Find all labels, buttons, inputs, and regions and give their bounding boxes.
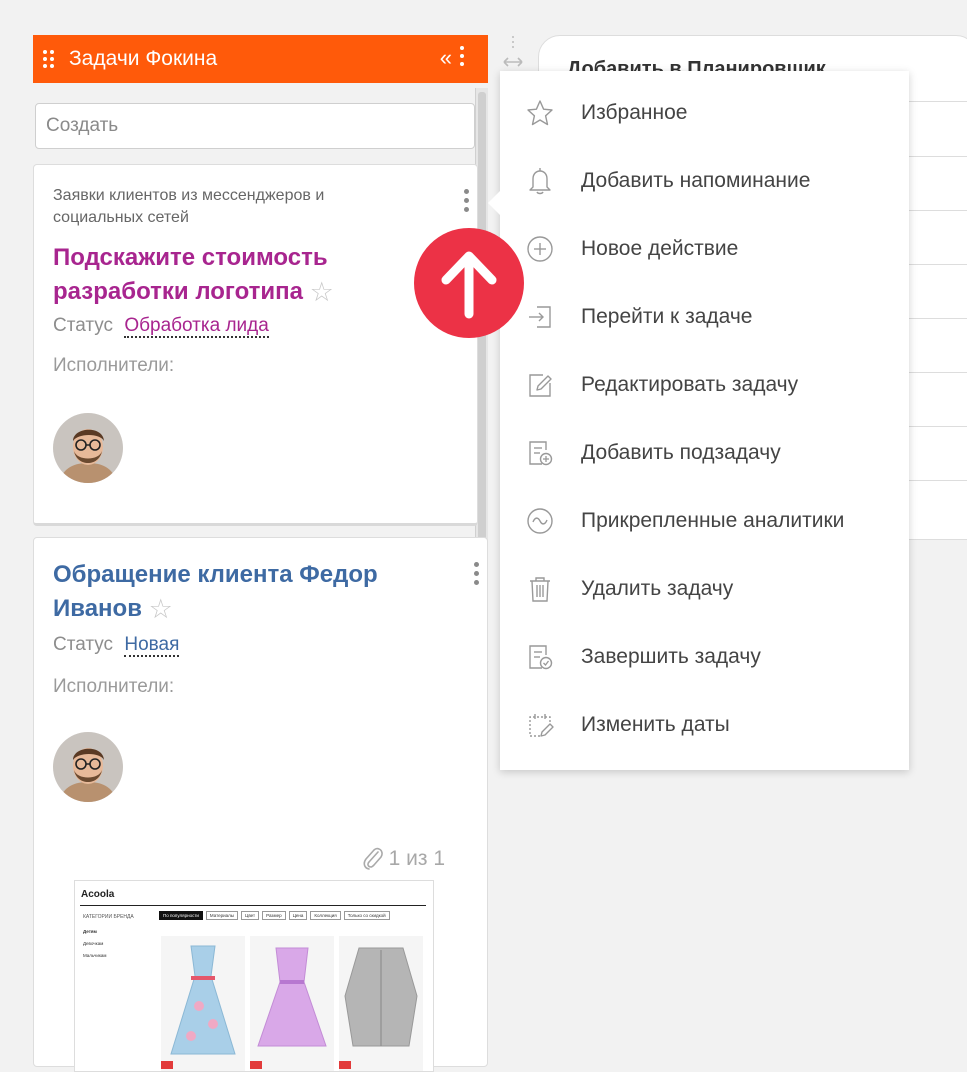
menu-item-label: Завершить задачу (581, 645, 761, 668)
menu-item-delete-task[interactable]: Удалить задачу (500, 561, 909, 617)
wave-circle-icon (524, 505, 556, 537)
status-value[interactable]: Обработка лида (124, 315, 269, 338)
thumbnail-category: Детям (83, 929, 97, 934)
task-status: Статус Новая (53, 634, 180, 657)
thumbnail-sort-bar: По популярности Материалы Цвет Размер Це… (159, 911, 390, 920)
thumbnail-category: Девочкам (83, 941, 104, 946)
attachment-count: 1 из 1 (388, 847, 445, 870)
menu-item-label: Перейти к задаче (581, 305, 753, 328)
menu-item-label: Прикрепленные аналитики (581, 509, 845, 532)
menu-item-complete-task[interactable]: Завершить задачу (500, 629, 909, 685)
menu-item-favorite[interactable]: Избранное (500, 85, 909, 141)
menu-item-go-to-task[interactable]: Перейти к задаче (500, 289, 909, 345)
thumbnail-categories-title: КАТЕГОРИИ БРЕНДА (83, 914, 134, 920)
menu-item-label: Добавить напоминание (581, 169, 811, 192)
avatar[interactable] (53, 413, 123, 483)
create-task-input[interactable] (35, 103, 475, 149)
thumbnail-sort-option: Цена (288, 911, 308, 920)
up-arrow-icon (414, 228, 524, 338)
task-title-text: Подскажите стоимость разработки логотипа (53, 244, 328, 305)
menu-item-new-action[interactable]: Новое действие (500, 221, 909, 277)
status-label: Статус (53, 634, 114, 655)
task-card[interactable]: Заявки клиентов из мессенджеров и социал… (33, 164, 478, 526)
complete-icon (524, 641, 556, 673)
status-label: Статус (53, 315, 114, 336)
thumbnail-sort-option: Размер (262, 911, 286, 920)
task-card[interactable]: Обращение клиента Федор Иванов ☆ Статус … (33, 537, 488, 1072)
favorite-star-icon[interactable]: ☆ (149, 594, 173, 624)
task-category: Заявки клиентов из мессенджеров и социал… (53, 187, 325, 226)
bell-icon (524, 165, 556, 197)
menu-item-label: Новое действие (581, 237, 739, 260)
menu-item-label: Добавить подзадачу (581, 441, 781, 464)
menu-item-change-dates[interactable]: Изменить даты (500, 697, 909, 753)
trash-icon (524, 573, 556, 605)
star-icon (524, 97, 556, 129)
column-header: Задачи Фокина « (33, 35, 488, 83)
product-image (250, 936, 334, 1071)
menu-item-label: Избранное (581, 101, 688, 124)
task-title[interactable]: Подскажите стоимость разработки логотипа… (53, 241, 433, 309)
thumbnail-brand: Acoola (81, 889, 115, 900)
menu-item-edit-task[interactable]: Редактировать задачу (500, 357, 909, 413)
attachment-counter[interactable]: 1 из 1 (361, 846, 445, 872)
menu-item-attached-analytics[interactable]: Прикрепленные аналитики (500, 493, 909, 549)
task-title-text: Обращение клиента Федор Иванов (53, 561, 378, 622)
assignees-label: Исполнители: (53, 676, 175, 697)
menu-item-label: Удалить задачу (581, 577, 734, 600)
calendar-edit-icon (524, 709, 556, 741)
thumbnail-sort-option: Цвет (241, 911, 260, 920)
card-menu-icon[interactable] (464, 189, 469, 212)
menu-item-label: Редактировать задачу (581, 373, 799, 396)
add-subtask-icon (524, 437, 556, 469)
column-menu-icon[interactable] (460, 46, 464, 66)
thumbnail-sort-option: Материалы (205, 911, 239, 920)
attachment-thumbnail[interactable]: Acoola КАТЕГОРИИ БРЕНДА Детям Девочкам М… (74, 880, 434, 1072)
thumbnail-sort-option: Только со скидкой (343, 911, 390, 920)
drag-handle-icon[interactable] (43, 46, 57, 72)
task-context-menu: Избранное Добавить напоминание Новое дей… (488, 71, 909, 770)
plus-circle-icon (524, 233, 556, 265)
menu-item-label: Изменить даты (581, 713, 730, 736)
task-title[interactable]: Обращение клиента Федор Иванов ☆ (53, 558, 443, 626)
product-image (339, 936, 423, 1071)
resize-handle-icon[interactable] (500, 36, 526, 75)
assignees-label: Исполнители: (53, 355, 175, 376)
status-value[interactable]: Новая (124, 634, 180, 657)
menu-item-add-subtask[interactable]: Добавить подзадачу (500, 425, 909, 481)
avatar[interactable] (53, 732, 123, 802)
menu-item-add-reminder[interactable]: Добавить напоминание (500, 153, 909, 209)
thumbnail-sort-option: Коллекция (310, 911, 341, 920)
enter-icon (524, 301, 556, 333)
edit-icon (524, 369, 556, 401)
product-image (161, 936, 245, 1071)
favorite-star-icon[interactable]: ☆ (310, 277, 334, 307)
thumbnail-category: Мальчикам (83, 953, 107, 958)
task-status: Статус Обработка лида (53, 315, 269, 338)
collapse-icon[interactable]: « (440, 45, 452, 71)
column-title: Задачи Фокина (69, 47, 218, 70)
card-menu-icon[interactable] (474, 562, 479, 585)
paperclip-icon (363, 847, 383, 870)
thumbnail-sort-option: По популярности (159, 911, 203, 920)
